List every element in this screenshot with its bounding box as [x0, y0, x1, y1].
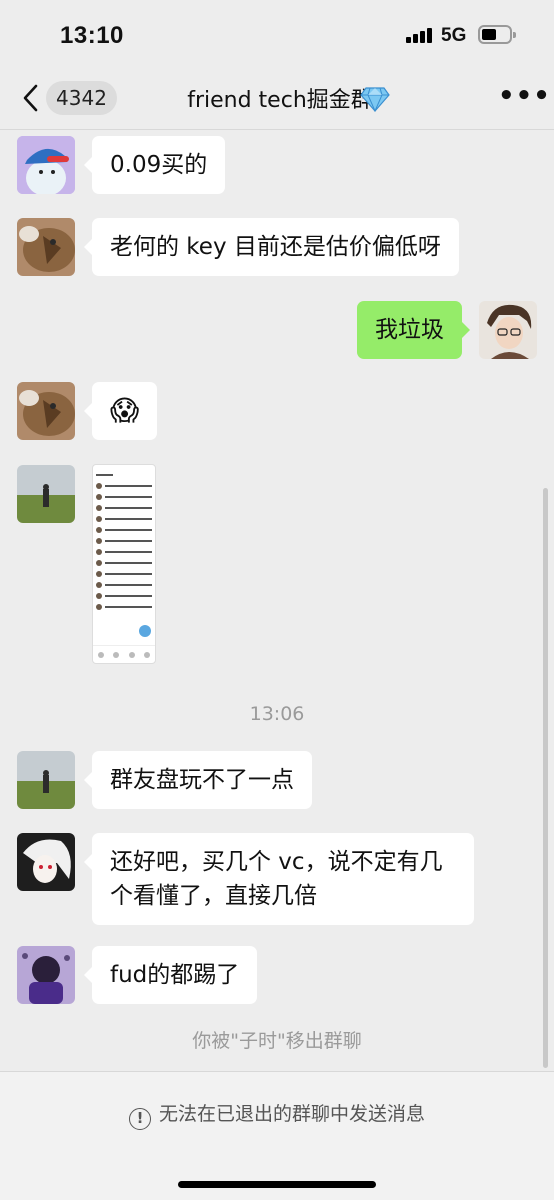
avatar-field[interactable]: [17, 751, 75, 809]
scrollbar[interactable]: [543, 488, 548, 1068]
avatar-purple[interactable]: [17, 946, 75, 1004]
avatar-cat[interactable]: [17, 218, 75, 276]
avatar-cat[interactable]: [17, 382, 75, 440]
timestamp: 13:06: [249, 703, 305, 725]
battery-icon: [478, 25, 516, 44]
my-message-bubble[interactable]: 我垃圾: [357, 301, 470, 359]
chevron-left-icon: [23, 84, 38, 112]
chat-title[interactable]: friend tech掘金群: [120, 82, 440, 114]
unread-badge[interactable]: 4342: [46, 81, 117, 115]
nav-bar: 4342 friend tech掘金群 •••: [0, 70, 554, 130]
back-button[interactable]: [18, 78, 44, 118]
footer: ! 无法在已退出的群聊中发送消息: [0, 1071, 554, 1200]
message-bubble[interactable]: 还好吧，买几个 vc，说不定有几个看懂了，直接几倍: [84, 833, 474, 925]
message-bubble[interactable]: 群友盘玩不了一点: [84, 751, 312, 809]
message-bubble[interactable]: fud的都踢了: [83, 946, 258, 1004]
avatar-field[interactable]: [17, 465, 75, 523]
network-label: 5G: [441, 25, 467, 46]
avatar-anime-boy[interactable]: [479, 301, 537, 359]
footer-notice-text: 无法在已退出的群聊中发送消息: [158, 1103, 425, 1125]
status-time: 13:10: [60, 22, 124, 49]
avatar-anime-white[interactable]: [17, 833, 75, 891]
gem-icon: [360, 86, 390, 113]
footer-notice: ! 无法在已退出的群聊中发送消息: [0, 1099, 554, 1130]
image-message[interactable]: [92, 464, 156, 664]
status-bar: 13:10 5G: [0, 0, 554, 70]
avatar-cartoon-cap[interactable]: [17, 136, 75, 194]
emoji-bubble[interactable]: 😱: [83, 382, 158, 440]
message-bubble[interactable]: 老何的 key 目前还是估价偏低呀: [84, 218, 459, 276]
system-message: 你被"子时"移出群聊: [192, 1030, 362, 1052]
chat-area[interactable]: 0.09买的 老何的 key 目前还是估价偏低呀 我垃圾 😱 13:06 群友盘…: [0, 131, 554, 1071]
signal-icon: [406, 28, 434, 43]
info-icon: !: [128, 1108, 151, 1130]
more-button[interactable]: •••: [498, 83, 550, 110]
message-bubble[interactable]: 0.09买的: [83, 136, 226, 194]
home-indicator[interactable]: [178, 1181, 376, 1188]
